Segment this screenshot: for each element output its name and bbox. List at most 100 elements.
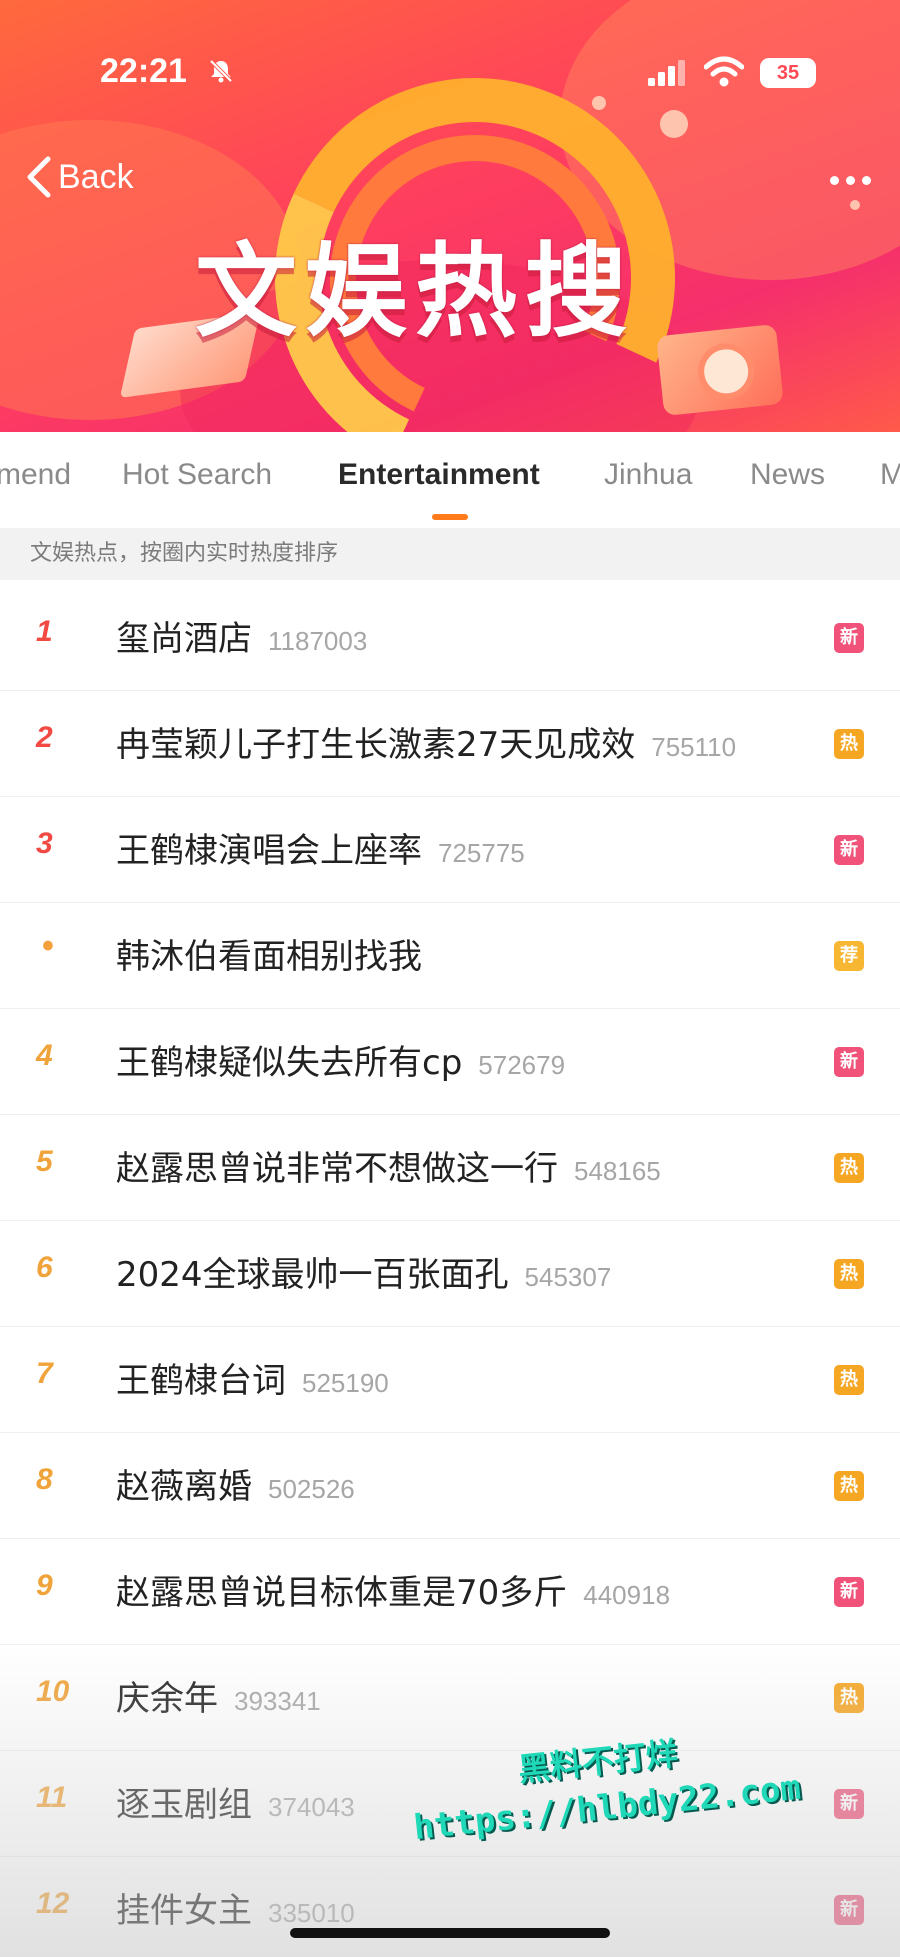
home-indicator[interactable]: [290, 1928, 610, 1938]
heat-count: 335010: [268, 1898, 355, 1928]
tab-more[interactable]: M: [880, 458, 900, 492]
heat-count: 548165: [574, 1156, 661, 1186]
topic-entry: 挂件女主 335010: [116, 1883, 355, 1932]
more-dot: [830, 176, 839, 185]
status-badge: 热: [834, 1153, 864, 1183]
rank-number: 2: [36, 721, 53, 754]
rank-number: 12: [36, 1887, 70, 1920]
topic-entry: 赵薇离婚 502526: [116, 1459, 355, 1508]
list-description: 文娱热点，按圈内实时热度排序: [0, 528, 900, 580]
rank-number: 9: [36, 1569, 53, 1602]
trending-row[interactable]: 4 王鹤棣疑似失去所有cp 572679 新: [0, 1009, 900, 1115]
trending-row[interactable]: • 韩沐伯看面相别找我 荐: [0, 903, 900, 1009]
banner-dot: [850, 200, 860, 210]
trending-row[interactable]: 3 王鹤棣演唱会上座率 725775 新: [0, 797, 900, 903]
rank-number: 1: [36, 615, 53, 648]
status-badge: 新: [834, 1789, 864, 1819]
trending-row[interactable]: 7 王鹤棣台词 525190 热: [0, 1327, 900, 1433]
topic-title: 挂件女主: [116, 1891, 252, 1931]
trending-list: 1 玺尚酒店 1187003 新 2 冉莹颖儿子打生长激素27天见成效 755110 热 3 王鹤…: [0, 585, 900, 1957]
topic-title: 庆余年: [116, 1679, 218, 1719]
status-badge: 热: [834, 1683, 864, 1713]
topic-entry: 韩沐伯看面相别找我: [116, 929, 422, 978]
trending-row[interactable]: 5 赵露思曾说非常不想做这一行 548165 热: [0, 1115, 900, 1221]
status-badge: 热: [834, 1471, 864, 1501]
topic-entry: 玺尚酒店 1187003: [116, 611, 367, 660]
cellular-signal-icon: [648, 60, 685, 86]
trending-row[interactable]: 11 逐玉剧组 374043 新: [0, 1751, 900, 1857]
topic-title: 赵露思曾说目标体重是70多斤: [116, 1573, 568, 1613]
topic-title: 韩沐伯看面相别找我: [116, 937, 422, 977]
topic-title: 冉莹颖儿子打生长激素27天见成效: [116, 725, 636, 765]
topic-title: 王鹤棣疑似失去所有cp: [116, 1043, 463, 1083]
heat-count: 440918: [583, 1580, 671, 1610]
trending-row[interactable]: 12 挂件女主 335010 新: [0, 1857, 900, 1957]
topic-entry: 王鹤棣演唱会上座率 725775: [116, 823, 525, 872]
topic-title: 玺尚酒店: [116, 619, 252, 659]
rank-number: 5: [36, 1145, 53, 1178]
back-label: Back: [58, 157, 134, 196]
back-button[interactable]: Back: [26, 152, 134, 202]
trending-row[interactable]: 9 赵露思曾说目标体重是70多斤 440918 新: [0, 1539, 900, 1645]
rank-number: 11: [36, 1781, 68, 1814]
status-badge: 新: [834, 623, 864, 653]
rank-number: 7: [36, 1357, 53, 1390]
status-bar: 22:21 35: [0, 0, 900, 150]
more-dot: [862, 176, 871, 185]
trending-row[interactable]: 10 庆余年 393341 热: [0, 1645, 900, 1751]
trending-row[interactable]: 8 赵薇离婚 502526 热: [0, 1433, 900, 1539]
status-badge: 新: [834, 835, 864, 865]
status-badge: 热: [834, 729, 864, 759]
topic-entry: 逐玉剧组 374043: [116, 1777, 355, 1826]
topic-entry: 赵露思曾说目标体重是70多斤 440918: [116, 1565, 670, 1614]
status-badge: 新: [834, 1895, 864, 1925]
topic-title: 赵露思曾说非常不想做这一行: [116, 1149, 558, 1189]
tab-jinhua[interactable]: Jinhua: [604, 458, 692, 492]
heat-count: 1187003: [268, 626, 368, 656]
heat-count: 572679: [478, 1050, 566, 1080]
trending-row[interactable]: 1 玺尚酒店 1187003 新: [0, 585, 900, 691]
rank-number: 6: [36, 1251, 53, 1284]
page-title: 文娱热搜: [195, 233, 635, 352]
tab-entertainment[interactable]: Entertainment: [338, 458, 540, 492]
topic-entry: 王鹤棣台词 525190: [116, 1353, 389, 1402]
topic-entry: 2024全球最帅一百张面孔 545307: [116, 1247, 611, 1296]
tab-hot-search[interactable]: Hot Search: [122, 458, 272, 492]
bell-off-icon: [209, 59, 233, 83]
heat-count: 374043: [268, 1792, 355, 1822]
rank-number: 4: [36, 1039, 53, 1072]
status-badge: 荐: [834, 941, 864, 971]
status-badge: 新: [834, 1047, 864, 1077]
more-options-button[interactable]: [826, 168, 876, 198]
topic-title: 2024全球最帅一百张面孔: [116, 1255, 509, 1295]
trending-row[interactable]: 2 冉莹颖儿子打生长激素27天见成效 755110 热: [0, 691, 900, 797]
heat-count: 502526: [268, 1474, 355, 1504]
tab-news[interactable]: News: [750, 458, 825, 492]
tab-recommend[interactable]: mend: [0, 458, 71, 492]
topic-entry: 庆余年 393341: [116, 1671, 321, 1720]
battery-indicator: 35: [760, 58, 816, 88]
active-tab-indicator: [432, 514, 468, 520]
heat-count: 755110: [651, 732, 737, 762]
topic-entry: 赵露思曾说非常不想做这一行 548165: [116, 1141, 661, 1190]
header-banner: 22:21 35 Back 文娱热搜: [0, 0, 900, 432]
status-badge: 热: [834, 1365, 864, 1395]
topic-title: 王鹤棣台词: [116, 1361, 286, 1401]
heat-count: 525190: [302, 1368, 389, 1398]
topic-title: 赵薇离婚: [116, 1467, 252, 1507]
topic-title: 王鹤棣演唱会上座率: [116, 831, 422, 871]
topic-entry: 王鹤棣疑似失去所有cp 572679: [116, 1035, 565, 1084]
status-time: 22:21: [100, 52, 187, 90]
rank-number: •: [42, 927, 54, 965]
chevron-left-icon: [27, 156, 51, 198]
status-badge: 新: [834, 1577, 864, 1607]
rank-number: 8: [36, 1463, 53, 1496]
status-badge: 热: [834, 1259, 864, 1289]
wifi-icon: [704, 56, 744, 87]
heat-count: 545307: [524, 1262, 612, 1292]
camera-illustration: [656, 323, 784, 417]
rank-number: 3: [36, 827, 53, 860]
trending-row[interactable]: 6 2024全球最帅一百张面孔 545307 热: [0, 1221, 900, 1327]
topic-entry: 冉莹颖儿子打生长激素27天见成效 755110: [116, 717, 736, 766]
heat-count: 393341: [234, 1686, 321, 1716]
